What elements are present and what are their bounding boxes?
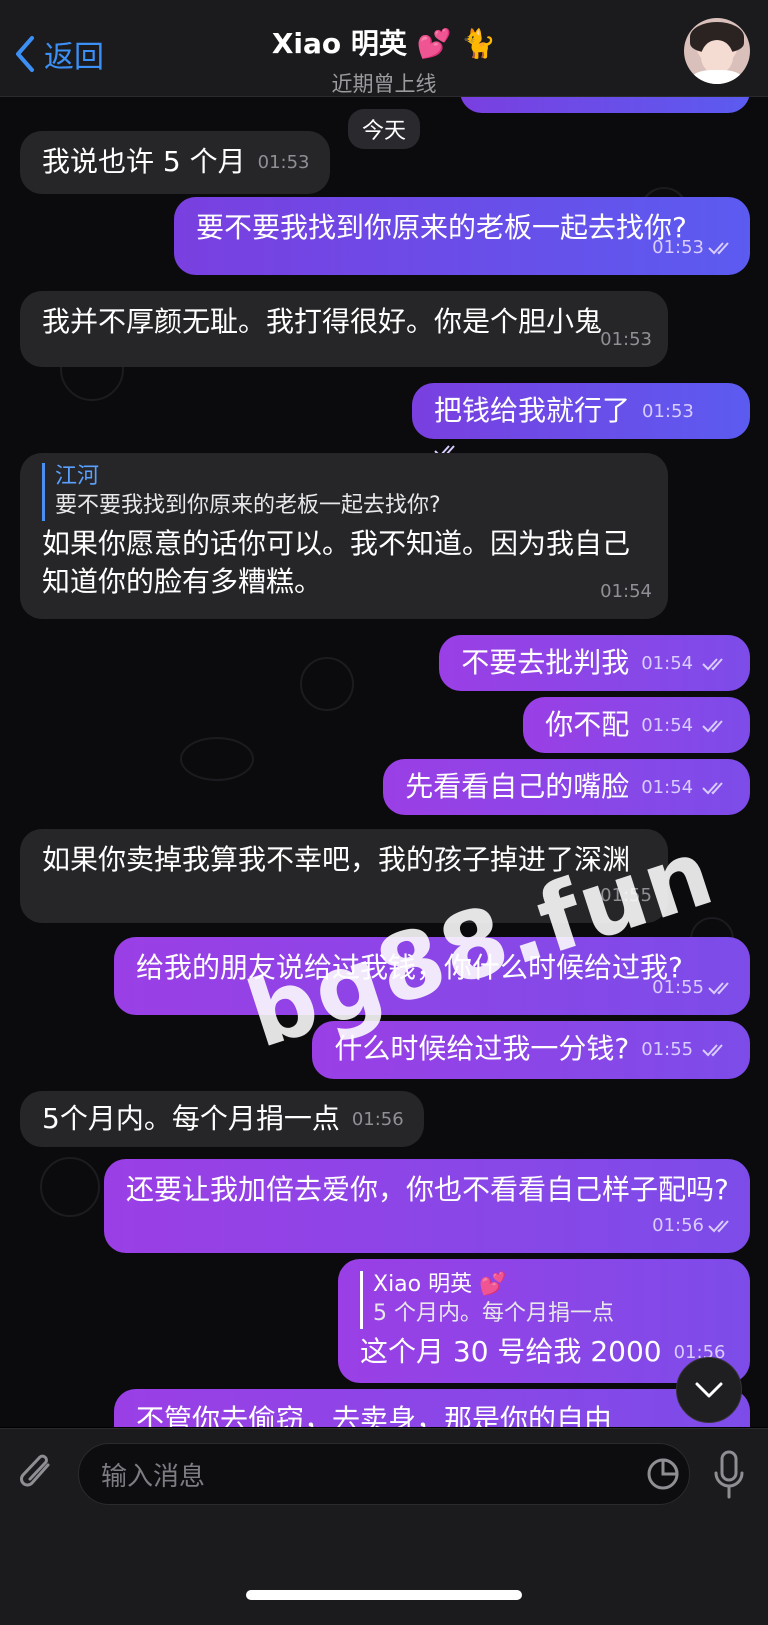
message-outgoing[interactable]: 先看看自己的嘴脸 01:54 — [383, 759, 750, 815]
message-incoming[interactable]: 江河 要不要我找到你原来的老板一起去找你? 如果你愿意的话你可以。我不知道。因为… — [20, 453, 668, 619]
message-list[interactable]: 今天 我说也许 5 个月 01:53 要不要我找到你原来的老板一起去找你? 01:… — [0, 97, 768, 1427]
chat-title: Xiao 明英 💕 🐈 — [271, 27, 497, 60]
message-time: 01:53 — [600, 329, 652, 350]
double-check-icon — [702, 658, 723, 671]
message-time: 01:54 — [600, 581, 652, 602]
message-time: 01:55 — [641, 1039, 694, 1060]
message-text: 如果你愿意的话你可以。我不知道。因为我自己知道你的脸有多糟糕。 — [42, 527, 631, 598]
reply-text: 5 个月内。每个月捐一点 — [373, 1301, 614, 1326]
sticker-icon[interactable] — [646, 1457, 680, 1491]
double-check-icon — [702, 1044, 723, 1057]
date-separator: 今天 — [347, 109, 421, 149]
microphone-icon[interactable] — [712, 1449, 746, 1501]
message-input-placeholder: 输入消息 — [101, 1461, 206, 1492]
message-outgoing[interactable]: 把钱给我就行了 01:53 — [412, 383, 750, 458]
message-time: 01:56 — [652, 1215, 704, 1236]
chat-header: 返回 Xiao 明英 💕 🐈 近期曾上线 — [0, 0, 768, 97]
message-text: 不管你去偷窃，去卖身，那是你的自由 — [136, 1403, 613, 1427]
message-text: 先看看自己的嘴脸 — [405, 770, 630, 803]
message-time: 01:53 — [652, 237, 704, 258]
message-outgoing[interactable]: 要不要我找到你原来的老板一起去找你? 01:53 — [174, 197, 750, 275]
message-incoming[interactable]: 我并不厚颜无耻。我打得很好。你是个胆小鬼 01:53 — [20, 291, 668, 367]
chevron-down-icon — [695, 1382, 723, 1398]
message-time: 01:55 — [652, 977, 704, 998]
reply-preview[interactable]: 江河 要不要我找到你原来的老板一起去找你? — [42, 463, 648, 521]
message-outgoing[interactable]: 不要去批判我 01:54 — [439, 635, 750, 691]
message-incoming[interactable]: 我说也许 5 个月 01:53 — [20, 131, 330, 194]
message-time: 01:54 — [641, 715, 694, 736]
message-time: 01:53 — [642, 401, 694, 422]
message-text: 不要去批判我 — [461, 646, 630, 679]
double-check-icon — [708, 1220, 729, 1233]
message-text: 5个月内。每个月捐一点 — [42, 1102, 340, 1135]
reply-text: 要不要我找到你原来的老板一起去找你? — [55, 493, 441, 518]
home-indicator[interactable] — [246, 1590, 522, 1600]
double-check-icon — [708, 982, 729, 995]
message-text: 把钱给我就行了 — [434, 394, 631, 427]
message-incoming[interactable]: 5个月内。每个月捐一点 01:56 — [20, 1091, 424, 1147]
reply-preview[interactable]: Xiao 明英 💕 5 个月内。每个月捐一点 — [360, 1271, 728, 1329]
paperclip-icon[interactable] — [18, 1451, 58, 1497]
double-check-icon — [702, 720, 723, 733]
last-seen-status: 近期曾上线 — [331, 72, 437, 96]
partial-message[interactable] — [460, 97, 750, 113]
reply-author: Xiao 明英 💕 — [373, 1272, 507, 1297]
avatar[interactable] — [684, 18, 750, 84]
message-outgoing[interactable]: 还要让我加倍去爱你，你也不看看自己样子配吗? 01:56 — [104, 1159, 750, 1253]
message-text: 我说也许 5 个月 — [42, 145, 246, 178]
double-check-icon — [708, 242, 729, 255]
title-area[interactable]: Xiao 明英 💕 🐈 近期曾上线 — [0, 22, 768, 98]
message-text: 这个月 30 号给我 2000 — [360, 1335, 662, 1368]
message-time: 01:54 — [641, 653, 694, 674]
double-check-icon — [702, 782, 723, 795]
message-outgoing[interactable]: 不管你去偷窃，去卖身，那是你的自由 — [114, 1389, 750, 1427]
message-time: 01:53 — [257, 152, 310, 173]
message-text: 还要让我加倍去爱你，你也不看看自己样子配吗? — [126, 1173, 729, 1206]
message-input[interactable]: 输入消息 — [78, 1443, 690, 1505]
message-text: 什么时候给过我一分钱? — [334, 1032, 630, 1065]
message-text: 我并不厚颜无耻。我打得很好。你是个胆小鬼 — [42, 305, 603, 338]
scroll-to-bottom-button[interactable] — [676, 1357, 742, 1423]
message-text: 你不配 — [545, 708, 630, 741]
reply-author: 江河 — [55, 464, 100, 489]
message-time: 01:56 — [351, 1109, 404, 1130]
message-text: 要不要我找到你原来的老板一起去找你? — [196, 211, 687, 244]
message-outgoing[interactable]: 你不配 01:54 — [523, 697, 750, 753]
message-time: 01:54 — [641, 777, 694, 798]
